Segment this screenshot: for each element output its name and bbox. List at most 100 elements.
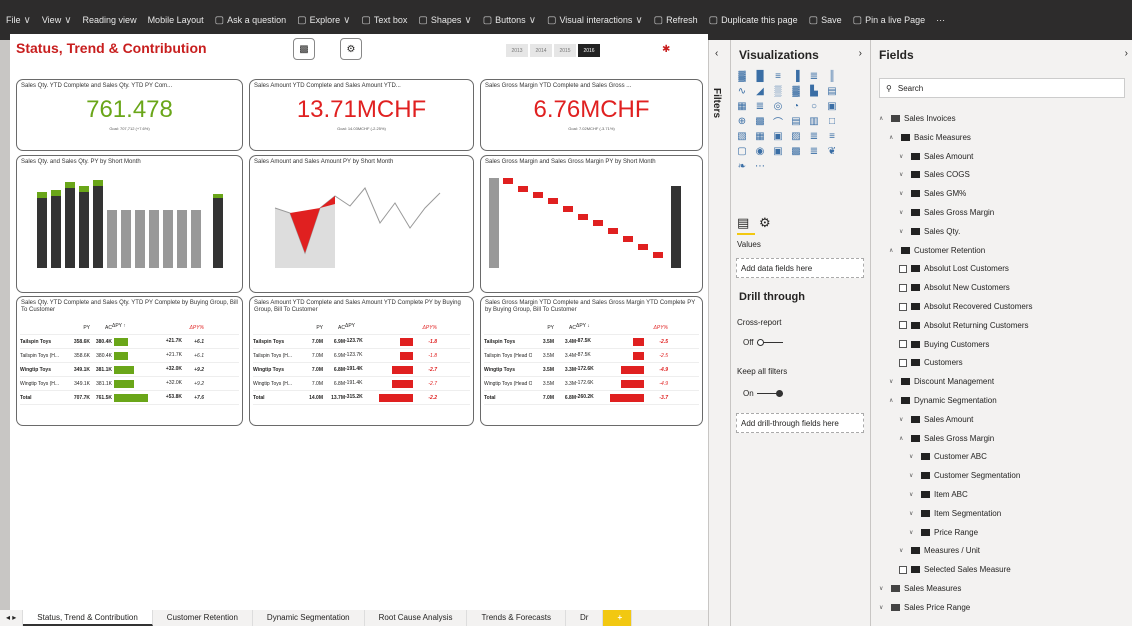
visual-type-icon[interactable]: ◎ bbox=[771, 100, 785, 112]
field-item[interactable]: ∨ Measures / Unit bbox=[899, 546, 980, 555]
table-row[interactable]: Tailspin Toys 358.6K 380.4K +21.7K +6.1 bbox=[20, 335, 239, 349]
field-item[interactable]: ∨ Sales Measures bbox=[879, 584, 961, 593]
table-row[interactable]: Tailspin Toys 7.0M 6.9M -123.7K -1.8 bbox=[253, 335, 470, 349]
field-item[interactable]: ∨ Sales GM% bbox=[899, 189, 966, 198]
chart-card[interactable]: Sales Qty. and Sales Qty. PY by Short Mo… bbox=[16, 155, 243, 293]
visual-type-icon[interactable]: ○ bbox=[807, 100, 821, 112]
table-row[interactable]: Wingtip Toys (H... 349.1K 381.1K +32.0K +9.2 bbox=[20, 377, 239, 391]
table-row[interactable]: Total 7.0M 6.8M -260.2K -3.7 bbox=[484, 391, 699, 405]
visual-type-icon[interactable]: ▤ bbox=[789, 115, 803, 127]
settings-nav-button[interactable]: ⚙ bbox=[340, 38, 362, 60]
chevron-right-icon[interactable]: › bbox=[859, 48, 862, 59]
field-item[interactable]: ∨ Sales Price Range bbox=[879, 603, 970, 612]
visual-type-icon[interactable]: ▩ bbox=[753, 115, 767, 127]
field-item[interactable]: ∨ Sales Qty. bbox=[899, 227, 960, 236]
chevron-right-icon[interactable]: › bbox=[1125, 48, 1128, 59]
checkbox[interactable] bbox=[899, 264, 907, 273]
field-item[interactable]: ∧ Basic Measures bbox=[889, 133, 971, 142]
field-item[interactable]: ∧ Sales Gross Margin bbox=[899, 434, 994, 443]
checkbox[interactable] bbox=[899, 283, 907, 292]
table-row[interactable]: Tailspin Toys (H... 7.0M 6.9M -123.7K -1.8 bbox=[253, 349, 470, 363]
toolbar-item-mobile-layout[interactable]: Mobile Layout bbox=[148, 15, 204, 25]
visual-type-icon[interactable]: ▨ bbox=[789, 130, 803, 142]
page-tab[interactable]: Dynamic Segmentation bbox=[253, 610, 365, 626]
page-tab[interactable]: Root Cause Analysis bbox=[365, 610, 468, 626]
visual-type-icon[interactable]: ▦ bbox=[735, 100, 749, 112]
visual-type-icon[interactable]: ≣ bbox=[807, 145, 821, 157]
column-header[interactable]: ΔPY% bbox=[182, 325, 204, 331]
column-header[interactable]: AC bbox=[90, 325, 112, 331]
field-item[interactable]: ∧ Customer Retention bbox=[889, 246, 985, 255]
toolbar-item-explore[interactable]: ▢ Explore ∨ bbox=[297, 15, 350, 26]
visual-type-icon[interactable]: ▓ bbox=[789, 85, 803, 97]
field-item[interactable]: ∨ Customer Segmentation bbox=[909, 471, 1020, 480]
field-item[interactable]: ∨ Sales Amount bbox=[899, 152, 973, 161]
field-item[interactable]: ∧ Dynamic Segmentation bbox=[889, 396, 997, 405]
field-item[interactable]: Absolut New Customers bbox=[899, 283, 1010, 292]
visual-type-icon[interactable]: ▢ bbox=[735, 145, 749, 157]
year-2013[interactable]: 2013 bbox=[506, 44, 528, 57]
filters-pane-collapsed[interactable]: ‹ Filters bbox=[708, 40, 730, 626]
table-row[interactable]: Tailspin Toys 3.5M 3.4M -87.5K -2.5 bbox=[484, 335, 699, 349]
table-row[interactable]: Total 707.7K 761.5K +53.8K +7.6 bbox=[20, 391, 239, 405]
kpi-card[interactable]: Sales Qty. YTD Complete and Sales Qty. Y… bbox=[16, 79, 243, 151]
checkbox[interactable] bbox=[899, 302, 907, 311]
toolbar-item-save[interactable]: ▢ Save bbox=[809, 15, 842, 26]
field-item[interactable]: ∨ Item Segmentation bbox=[909, 509, 1001, 518]
checkbox[interactable] bbox=[899, 340, 907, 349]
field-item[interactable]: ∨ Item ABC bbox=[909, 490, 968, 499]
column-header[interactable]: PY bbox=[532, 325, 554, 331]
table-card[interactable]: Sales Amount YTD Complete and Sales Amou… bbox=[249, 296, 474, 426]
visual-type-icon[interactable]: ▦ bbox=[753, 130, 767, 142]
visual-type-icon[interactable]: ◉ bbox=[753, 145, 767, 157]
table-row[interactable]: Wingtip Toys 3.5M 3.3M -172.6K -4.9 bbox=[484, 363, 699, 377]
visual-type-icon[interactable]: ◢ bbox=[753, 85, 767, 97]
visual-type-icon[interactable]: ❧ bbox=[735, 160, 749, 172]
add-drill-through-fields[interactable]: Add drill-through fields here bbox=[736, 413, 864, 433]
field-item[interactable]: Selected Sales Measure bbox=[899, 565, 1011, 574]
year-2016[interactable]: 2016 bbox=[578, 44, 600, 57]
field-item[interactable]: ∨ Sales Amount bbox=[899, 415, 973, 424]
visual-type-icon[interactable]: ▓ bbox=[735, 70, 749, 82]
checkbox[interactable] bbox=[899, 358, 907, 367]
chevron-left-icon[interactable]: ‹ bbox=[709, 40, 730, 67]
visual-type-icon[interactable]: ▣ bbox=[771, 145, 785, 157]
column-header[interactable]: ΔPY ↓ bbox=[576, 323, 646, 333]
toolbar-item-shapes[interactable]: ▢ Shapes ∨ bbox=[418, 15, 471, 26]
page-tab[interactable]: Status, Trend & Contribution bbox=[23, 610, 153, 626]
table-row[interactable]: Tailspin Toys (Head Office) 3.5M 3.4M-87.5… bbox=[484, 349, 699, 363]
visual-type-icon[interactable]: ▥ bbox=[807, 115, 821, 127]
page-tab[interactable]: Trends & Forecasts bbox=[467, 610, 566, 626]
column-header[interactable]: PY bbox=[301, 325, 323, 331]
toolbar-item-visual-interactions[interactable]: ▢ Visual interactions ∨ bbox=[547, 15, 643, 26]
chart-card[interactable]: Sales Amount and Sales Amount PY by Shor… bbox=[249, 155, 474, 293]
field-item[interactable]: ∧ Sales Invoices bbox=[879, 114, 956, 123]
toolbar-item-ask-a-question[interactable]: ▢ Ask a question bbox=[215, 15, 287, 26]
customer-nav-button[interactable]: ▩ bbox=[293, 38, 315, 60]
column-header[interactable]: ΔPY ↑ bbox=[112, 323, 182, 333]
kpi-card[interactable]: Sales Amount YTD Complete and Sales Amou… bbox=[249, 79, 474, 151]
visual-type-icon[interactable]: ⋯ bbox=[753, 160, 767, 172]
visual-type-icon[interactable]: ▙ bbox=[807, 85, 821, 97]
add-page-button[interactable]: + bbox=[603, 610, 633, 626]
visual-type-icon[interactable]: ≡ bbox=[771, 70, 785, 82]
table-card[interactable]: Sales Gross Margin YTD Complete and Sale… bbox=[480, 296, 703, 426]
table-card[interactable]: Sales Qty. YTD Complete and Sales Qty. Y… bbox=[16, 296, 243, 426]
table-row[interactable]: Total 14.0M 13.7M -315.2K -2.2 bbox=[253, 391, 470, 405]
visual-type-icon[interactable]: ▤ bbox=[825, 85, 839, 97]
column-header[interactable]: ΔPY bbox=[345, 323, 415, 333]
add-data-fields[interactable]: Add data fields here bbox=[736, 258, 864, 278]
column-header[interactable]: ΔPY% bbox=[646, 325, 668, 331]
table-row[interactable]: Wingtip Toys 7.0M 6.8M -191.4K -2.7 bbox=[253, 363, 470, 377]
visual-type-icon[interactable]: ▒ bbox=[771, 85, 785, 97]
visual-type-icon[interactable]: □ bbox=[825, 115, 839, 127]
table-row[interactable]: Tailspin Toys (H... 358.6K 380.4K +21.7K +6.… bbox=[20, 349, 239, 363]
tab-scroll-arrows[interactable]: ◂ ▸ bbox=[0, 610, 24, 626]
visual-type-icon[interactable]: ⌒ bbox=[771, 115, 785, 129]
visual-type-icon[interactable]: ≣ bbox=[753, 100, 767, 112]
toolbar-item-file[interactable]: File ∨ bbox=[6, 15, 31, 26]
visual-type-icon[interactable]: ≣ bbox=[807, 130, 821, 142]
search-box[interactable]: ⚲ Search bbox=[879, 78, 1125, 98]
column-header[interactable]: AC bbox=[554, 325, 576, 331]
toolbar-item-refresh[interactable]: ▢ Refresh bbox=[654, 15, 698, 26]
